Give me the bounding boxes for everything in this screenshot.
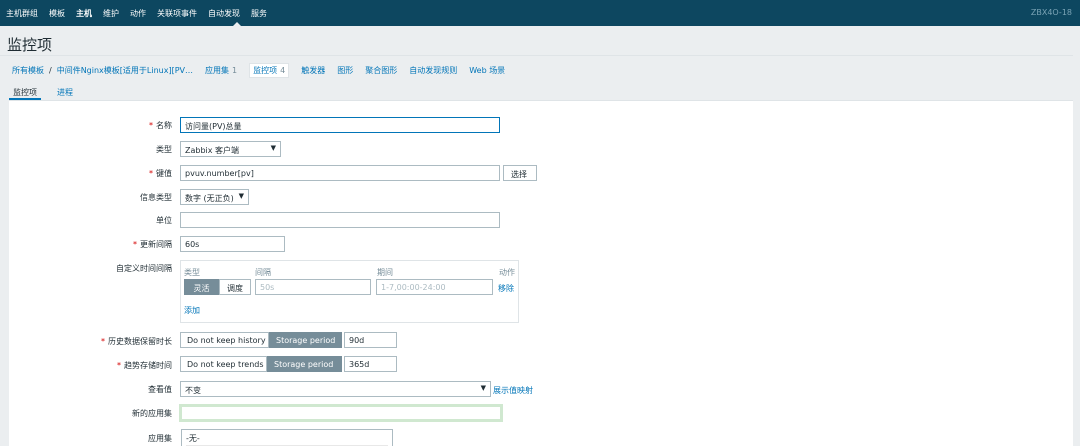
server-name: ZBX4O-18 <box>1030 8 1072 17</box>
type-select[interactable]: Zabbix 客户端 ▼ <box>180 141 281 157</box>
breadcrumb-items[interactable]: 监控项 4 <box>249 63 290 78</box>
dropdown-arrow-icon: ▼ <box>480 384 486 392</box>
breadcrumb-screens[interactable]: 聚合图形 <box>365 65 397 76</box>
required-marker: * <box>133 240 137 249</box>
key-input[interactable]: pvuv.number[pv] <box>180 165 500 181</box>
breadcrumb-items-label: 监控项 <box>253 66 278 75</box>
type-label: 类型 <box>156 145 172 154</box>
custom-intervals-table: 类型 间隔 期间 动作 灵活 调度 50s 1-7,00:00-24:00 移除… <box>180 260 519 323</box>
form-tabs: 监控项 进程 <box>9 87 89 100</box>
applications-label: 应用集 <box>148 434 172 443</box>
new-application-label: 新的应用集 <box>132 409 172 418</box>
breadcrumb-template[interactable]: 中间件Nginx模板[适用于Linux][PV… <box>57 65 193 76</box>
menu-actions[interactable]: 动作 <box>130 8 146 19</box>
name-label-text: 名称 <box>156 121 172 130</box>
custom-intervals-header-action: 动作 <box>499 268 515 277</box>
page-title: 监控项 <box>7 36 53 54</box>
active-menu-caret-icon <box>232 22 242 27</box>
units-input[interactable] <box>180 212 500 228</box>
custom-intervals-header-interval: 间隔 <box>255 268 271 277</box>
units-label: 单位 <box>156 216 172 225</box>
menu-services[interactable]: 服务 <box>251 8 267 19</box>
breadcrumb-graphs[interactable]: 图形 <box>337 65 353 76</box>
breadcrumb-all-templates[interactable]: 所有模板 <box>12 65 44 76</box>
required-marker: * <box>117 361 121 370</box>
update-interval-input[interactable]: 60s <box>180 236 285 252</box>
interval-input[interactable]: 50s <box>255 279 371 295</box>
trends-period-input[interactable]: 365d <box>344 356 397 372</box>
update-interval-label: * 更新间隔 <box>12 239 172 250</box>
type-select-value: Zabbix 客户端 <box>185 146 240 155</box>
menu-hosts[interactable]: 主机 <box>76 8 92 19</box>
tab-preprocessing[interactable]: 进程 <box>53 87 77 100</box>
breadcrumb-discovery-rules[interactable]: 自动发现规则 <box>409 65 457 76</box>
history-storage-period-option[interactable]: Storage period <box>269 332 342 348</box>
scheduling-toggle[interactable]: 调度 <box>219 279 251 295</box>
dropdown-arrow-icon: ▼ <box>270 144 276 152</box>
trends-storage-period-option[interactable]: Storage period <box>267 356 342 372</box>
dropdown-arrow-icon: ▼ <box>238 192 244 200</box>
tab-item[interactable]: 监控项 <box>9 87 41 100</box>
breadcrumb-web-scenarios[interactable]: Web 场景 <box>469 65 505 76</box>
period-input[interactable]: 1-7,00:00-24:00 <box>376 279 493 295</box>
info-type-select-value: 数字 (无正负) <box>185 194 234 203</box>
info-type-select[interactable]: 数字 (无正负) ▼ <box>180 189 249 205</box>
top-navigation-bar: 主机群组 模板 主机 维护 动作 关联项事件 自动发现 服务 ZBX4O-18 <box>0 0 1080 27</box>
page-scrollbar[interactable] <box>1073 26 1080 446</box>
menu-event-correlation[interactable]: 关联项事件 <box>157 8 197 19</box>
name-input[interactable]: 访问量(PV)总量 <box>180 117 500 133</box>
show-value-mappings-link[interactable]: 展示值映射 <box>493 385 533 396</box>
history-label-text: 历史数据保留时长 <box>108 337 172 346</box>
show-value-select-value: 不变 <box>185 386 201 395</box>
trends-label-text: 趋势存储时间 <box>124 361 172 370</box>
trends-label: * 趋势存储时间 <box>12 360 172 371</box>
add-interval-link[interactable]: 添加 <box>184 305 200 316</box>
custom-intervals-header-type: 类型 <box>184 268 200 277</box>
remove-interval-link[interactable]: 移除 <box>498 283 514 294</box>
required-marker: * <box>101 337 105 346</box>
required-marker: * <box>149 121 153 130</box>
applications-option-none[interactable]: -无- <box>182 430 392 445</box>
breadcrumb-applications-count: 1 <box>232 66 238 75</box>
update-interval-label-text: 更新间隔 <box>140 240 172 249</box>
custom-intervals-header-period: 期间 <box>377 268 393 277</box>
breadcrumb-applications[interactable]: 应用集 1 <box>205 65 237 76</box>
flexible-toggle[interactable]: 灵活 <box>184 279 219 295</box>
breadcrumb: 所有模板 / 中间件Nginx模板[适用于Linux][PV… 应用集 1 监控项… <box>12 63 505 78</box>
do-not-keep-history-option[interactable]: Do not keep history <box>180 332 269 348</box>
custom-intervals-label: 自定义时间间隔 <box>116 264 172 273</box>
key-label-text: 键值 <box>156 169 172 178</box>
show-value-label: 查看值 <box>148 385 172 394</box>
required-marker: * <box>149 169 153 178</box>
menu-templates[interactable]: 模板 <box>49 8 65 19</box>
divider <box>0 55 1080 56</box>
info-type-label: 信息类型 <box>140 193 172 202</box>
new-application-input[interactable] <box>179 404 503 422</box>
key-select-button[interactable]: 选择 <box>503 165 537 181</box>
key-label: * 键值 <box>12 168 172 179</box>
applications-listbox[interactable]: -无- <box>181 429 393 446</box>
show-value-select[interactable]: 不变 ▼ <box>180 381 491 397</box>
menu-discovery[interactable]: 自动发现 <box>208 8 240 19</box>
name-label: * 名称 <box>12 120 172 131</box>
breadcrumb-applications-label: 应用集 <box>205 66 230 75</box>
item-form: * 名称 访问量(PV)总量 类型 Zabbix 客户端 ▼ * 键值 pvuv.nu… <box>9 100 1073 446</box>
menu-host-groups[interactable]: 主机群组 <box>6 8 38 19</box>
menu-maintenance[interactable]: 维护 <box>103 8 119 19</box>
breadcrumb-separator: / <box>49 66 52 75</box>
history-period-input[interactable]: 90d <box>344 332 397 348</box>
do-not-keep-trends-option[interactable]: Do not keep trends <box>180 356 267 372</box>
breadcrumb-items-count: 4 <box>280 66 286 75</box>
breadcrumb-triggers[interactable]: 触发器 <box>301 65 325 76</box>
history-label: * 历史数据保留时长 <box>12 336 172 347</box>
